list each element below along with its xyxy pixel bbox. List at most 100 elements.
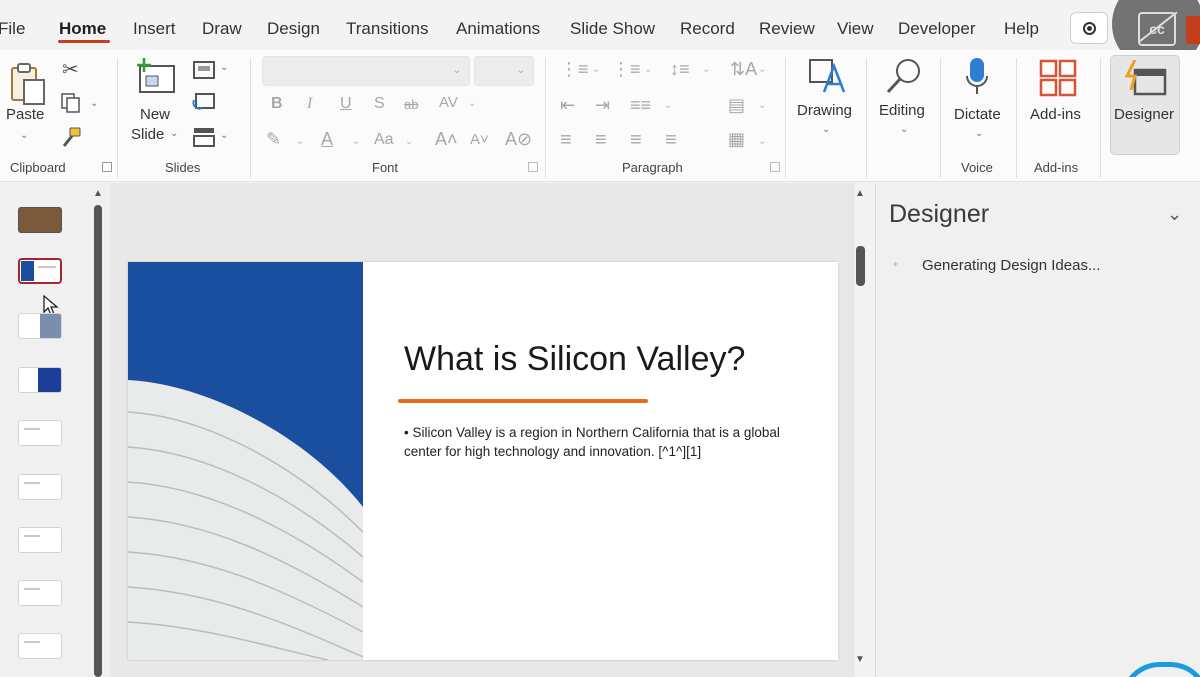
- drawing-shapes-icon[interactable]: [806, 56, 848, 96]
- tab-animations[interactable]: Animations: [456, 19, 540, 39]
- cut-icon[interactable]: ✂: [62, 60, 79, 80]
- line-spacing-dropdown-icon[interactable]: ⌄: [702, 64, 710, 75]
- align-text-dropdown-icon[interactable]: ⌄: [758, 100, 766, 111]
- tab-view[interactable]: View: [837, 19, 874, 39]
- increase-indent-icon[interactable]: ⇥: [595, 96, 610, 114]
- columns-dropdown-icon[interactable]: ⌄: [664, 100, 672, 111]
- slide-thumbnail-7[interactable]: [18, 527, 62, 553]
- tab-transitions[interactable]: Transitions: [346, 19, 429, 39]
- smartart-dropdown-icon[interactable]: ⌄: [758, 136, 766, 147]
- new-slide-label-2[interactable]: Slide: [131, 126, 164, 143]
- drawing-dropdown-icon[interactable]: ⌄: [822, 124, 830, 135]
- tab-review[interactable]: Review: [759, 19, 815, 39]
- slide-thumbnail-9[interactable]: [18, 633, 62, 659]
- slide-bullet-text[interactable]: • Silicon Valley is a region in Northern…: [404, 423, 804, 461]
- designer-button[interactable]: Designer: [1110, 55, 1180, 155]
- copy-icon[interactable]: [60, 92, 82, 114]
- bold-icon[interactable]: B: [271, 96, 283, 112]
- font-color-dropdown-icon[interactable]: ⌄: [352, 136, 360, 147]
- drawing-label[interactable]: Drawing: [797, 102, 852, 119]
- text-direction-dropdown-icon[interactable]: ⌄: [758, 64, 766, 75]
- tab-record[interactable]: Record: [680, 19, 735, 39]
- line-spacing-icon[interactable]: ↕≡: [670, 60, 690, 78]
- smartart-icon[interactable]: ▦: [728, 130, 745, 148]
- slide-thumbnail-1[interactable]: [18, 207, 62, 233]
- numbering-dropdown-icon[interactable]: ⌄: [644, 64, 652, 75]
- slide-title[interactable]: What is Silicon Valley?: [404, 340, 745, 379]
- slide-thumbnail-3[interactable]: [18, 313, 62, 339]
- slide-thumbnail-2[interactable]: [18, 258, 62, 284]
- align-right-icon[interactable]: ≡: [630, 130, 642, 150]
- tab-file[interactable]: File: [0, 19, 25, 39]
- thumbnail-scroll-up-icon[interactable]: ▲: [93, 188, 103, 199]
- editing-dropdown-icon[interactable]: ⌄: [900, 124, 908, 135]
- underline-icon[interactable]: U: [340, 96, 352, 112]
- new-slide-icon[interactable]: [134, 58, 178, 96]
- copy-dropdown-icon[interactable]: ⌄: [90, 98, 98, 109]
- tab-draw[interactable]: Draw: [202, 19, 242, 39]
- text-shadow-icon[interactable]: S: [374, 96, 385, 112]
- new-slide-label-1[interactable]: New: [140, 106, 170, 123]
- editor-scroll-down-icon[interactable]: ▼: [855, 654, 865, 665]
- layout-icon[interactable]: [192, 60, 216, 80]
- add-ins-icon[interactable]: [1038, 58, 1078, 98]
- slide-thumbnail-5[interactable]: [18, 420, 62, 446]
- paste-dropdown-icon[interactable]: ⌄: [20, 130, 28, 141]
- italic-icon[interactable]: I: [307, 96, 312, 112]
- editing-label[interactable]: Editing: [879, 102, 925, 119]
- character-spacing-icon[interactable]: AV: [439, 95, 458, 110]
- columns-icon[interactable]: ≡≡: [630, 96, 651, 114]
- reset-slide-icon[interactable]: [192, 92, 216, 112]
- spacing-dropdown-icon[interactable]: ⌄: [468, 98, 476, 109]
- bullets-dropdown-icon[interactable]: ⌄: [592, 64, 600, 75]
- highlight-dropdown-icon[interactable]: ⌄: [296, 136, 304, 147]
- tab-developer[interactable]: Developer: [898, 19, 976, 39]
- grow-font-icon[interactable]: A˄: [435, 130, 458, 148]
- editor-scrollbar-thumb[interactable]: [856, 246, 865, 286]
- font-name-combo[interactable]: ⌄: [262, 56, 470, 86]
- justify-icon[interactable]: ≡: [665, 130, 677, 150]
- paste-icon[interactable]: [8, 60, 48, 108]
- align-text-icon[interactable]: ▤: [728, 96, 745, 114]
- slide-thumbnail-8[interactable]: [18, 580, 62, 606]
- clear-formatting-icon[interactable]: A⊘: [505, 130, 532, 148]
- add-ins-label[interactable]: Add-ins: [1030, 106, 1081, 123]
- record-button[interactable]: [1070, 12, 1108, 44]
- tab-slide-show[interactable]: Slide Show: [570, 19, 655, 39]
- new-slide-dropdown-icon[interactable]: ⌄: [170, 128, 178, 139]
- tab-help[interactable]: Help: [1004, 19, 1039, 39]
- layout-dropdown-icon[interactable]: ⌄: [220, 62, 228, 73]
- case-dropdown-icon[interactable]: ⌄: [405, 136, 413, 147]
- slide-thumbnail-4[interactable]: [18, 367, 62, 393]
- slide-canvas[interactable]: What is Silicon Valley? • Silicon Valley…: [128, 262, 838, 660]
- dictate-label[interactable]: Dictate: [954, 106, 1001, 123]
- dictate-dropdown-icon[interactable]: ⌄: [975, 128, 983, 139]
- share-button[interactable]: [1186, 16, 1200, 44]
- change-case-icon[interactable]: Aa: [374, 132, 394, 148]
- microphone-icon[interactable]: [964, 56, 990, 100]
- search-icon[interactable]: [884, 56, 924, 96]
- chevron-down-icon[interactable]: ⌄: [1167, 204, 1182, 225]
- clipboard-launcher-icon[interactable]: [102, 162, 112, 172]
- font-size-combo[interactable]: ⌄: [474, 56, 534, 86]
- editor-scroll-up-icon[interactable]: ▲: [855, 188, 865, 199]
- shrink-font-icon[interactable]: A˅: [470, 132, 489, 147]
- paragraph-launcher-icon[interactable]: [770, 162, 780, 172]
- numbering-icon[interactable]: ⋮≡: [612, 60, 641, 78]
- paste-label[interactable]: Paste: [6, 106, 44, 123]
- format-painter-icon[interactable]: [60, 126, 84, 148]
- section-icon[interactable]: [192, 126, 216, 148]
- bullets-icon[interactable]: ⋮≡: [560, 60, 589, 78]
- tab-insert[interactable]: Insert: [133, 19, 176, 39]
- decrease-indent-icon[interactable]: ⇤: [560, 96, 575, 114]
- highlight-icon[interactable]: ✎: [266, 130, 281, 148]
- thumbnail-scrollbar[interactable]: [94, 205, 102, 677]
- strikethrough-icon[interactable]: ab: [404, 98, 418, 111]
- font-color-icon[interactable]: A: [321, 130, 333, 148]
- tab-design[interactable]: Design: [267, 19, 320, 39]
- section-dropdown-icon[interactable]: ⌄: [220, 130, 228, 141]
- align-center-icon[interactable]: ≡: [595, 130, 607, 150]
- tab-home[interactable]: Home: [59, 19, 106, 39]
- align-left-icon[interactable]: ≡: [560, 130, 572, 150]
- text-direction-icon[interactable]: ⇅A: [730, 60, 757, 78]
